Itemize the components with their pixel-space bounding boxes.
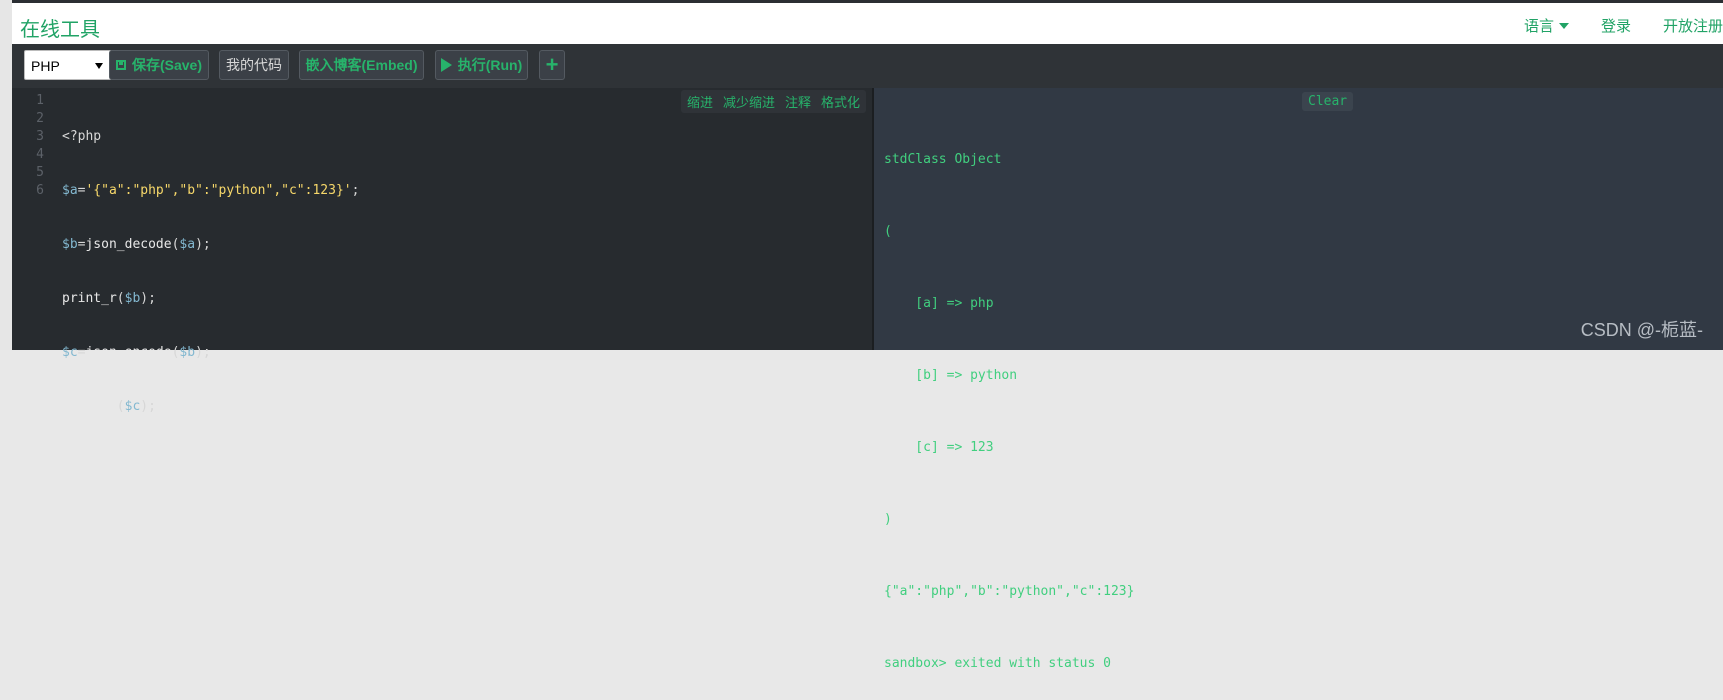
line-number: 6 [36,183,44,198]
code-line: $a='{"a":"php","b":"python","c":123}'; [62,183,360,198]
output-line: [c] => 123 [884,440,994,455]
language-select[interactable]: PHP [24,50,112,80]
output-line: ) [884,512,892,527]
login-link[interactable]: 登录 [1601,15,1631,36]
watermark: CSDN @-栀蓝- [1580,320,1703,340]
output-line: [b] => python [884,368,1018,383]
output-line: [a] => php [884,296,994,311]
line-number: 2 [36,111,44,126]
code-content[interactable]: <?php $a='{"a":"php","b":"python","c":12… [62,92,359,452]
outdent-action[interactable]: 减少缩进 [723,92,775,111]
output-line: ( [884,224,892,239]
language-label: 语言 [1523,18,1554,35]
code-line: print_r($c); [62,399,156,414]
language-dropdown[interactable]: 语言 [1524,15,1569,36]
register-link[interactable]: 开放注册 [1663,15,1723,36]
select-arrow-icon [95,63,103,69]
line-number: 1 [36,93,44,108]
code-line: <?php [62,129,102,144]
save-button[interactable]: 保存(Save) [109,50,209,80]
language-select-value: PHP [31,58,60,74]
run-label: 执行(Run) [457,57,523,73]
format-action[interactable]: 格式化 [821,92,860,111]
output-line: stdClass Object [884,152,1002,167]
chevron-down-icon [1558,22,1569,29]
toolbar: PHP 保存(Save) 我的代码 嵌入博客(Embed) 执行(Run) + [12,44,1723,89]
left-gutter [0,0,12,350]
code-line: print_r($b); [62,291,156,306]
indent-action[interactable]: 缩进 [687,92,713,111]
code-line: $b=json_decode($a); [62,237,211,252]
editor-actions: 缩进 减少缩进 注释 格式化 [680,90,866,113]
add-button[interactable]: + [539,50,565,80]
code-line: $c=json_encode($b); [62,345,211,360]
my-code-label: 我的代码 [226,57,282,73]
play-icon [440,58,452,72]
top-navbar: 在线工具 语言 登录 开放注册 [12,0,1723,44]
embed-label: 嵌入博客(Embed) [305,57,418,73]
output-panel: Clear stdClass Object ( [a] => php [b] =… [874,88,1723,671]
run-button[interactable]: 执行(Run) [435,50,528,80]
site-brand[interactable]: 在线工具 [20,13,100,42]
output-text: stdClass Object ( [a] => php [b] => pyth… [884,100,1134,700]
code-editor[interactable]: 1 2 3 4 5 6 <?php $a='{"a":"php","b":"py… [12,88,874,414]
line-number: 3 [36,129,44,144]
embed-button[interactable]: 嵌入博客(Embed) [299,50,424,80]
save-icon [115,60,126,70]
line-number: 5 [36,165,44,180]
line-number: 4 [36,147,44,162]
output-line: sandbox> exited with status 0 [884,656,1111,671]
screen: 在线工具 语言 登录 开放注册 PHP 保存(Save) 我的代码 嵌入博客(E… [0,0,1723,671]
output-line: {"a":"php","b":"python","c":123} [884,584,1135,599]
save-label: 保存(Save) [131,57,203,73]
plus-icon: + [545,52,559,77]
clear-button[interactable]: Clear [1302,92,1354,111]
comment-action[interactable]: 注释 [785,92,811,111]
my-code-button[interactable]: 我的代码 [219,50,289,80]
line-numbers: 1 2 3 4 5 6 [12,92,44,200]
nav-links: 语言 登录 开放注册 [1524,15,1723,36]
